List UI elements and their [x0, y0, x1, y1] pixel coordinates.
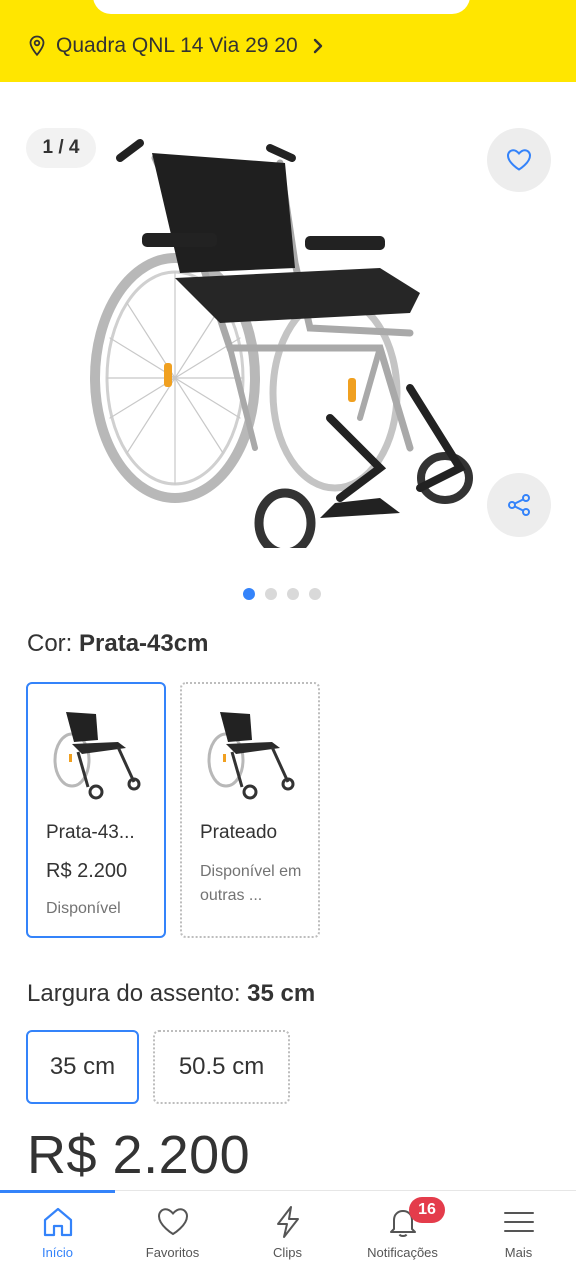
selected-color: Prata-43cm [79, 630, 209, 657]
variant-card[interactable]: Prateado Disponível em outras ... [180, 682, 320, 938]
variant-availability: Disponível em outras ... [200, 863, 302, 904]
share-icon [508, 494, 530, 516]
heart-icon [506, 149, 532, 171]
nav-label: Mais [504, 1245, 533, 1260]
nav-notifications[interactable]: 16 Notificações [345, 1197, 460, 1273]
variant-name: Prata-43... [46, 822, 135, 843]
image-counter: 1 / 4 [26, 128, 96, 168]
share-button[interactable] [487, 473, 551, 537]
pagination-dot[interactable] [287, 588, 299, 600]
nav-clips[interactable]: Clips [230, 1203, 345, 1273]
favorite-button[interactable] [487, 128, 551, 192]
nav-label: Início [41, 1245, 74, 1260]
address-text: Quadra QNL 14 Via 29 20 [56, 34, 298, 57]
top-header: Quadra QNL 14 Via 29 20 [0, 0, 576, 82]
location-pin-icon [29, 35, 45, 57]
nav-label: Notificações [367, 1245, 438, 1260]
selected-seat-width: 35 cm [247, 980, 316, 1007]
seat-width-label-text: Largura do assento: [27, 980, 241, 1007]
nav-label: Clips [273, 1245, 302, 1260]
nav-home[interactable]: Início [0, 1203, 115, 1273]
menu-icon [503, 1212, 534, 1232]
variant-card-selected[interactable]: Prata-43... R$ 2.200 Disponível [26, 682, 166, 938]
pagination-dot[interactable] [309, 588, 321, 600]
color-label-text: Cor: [27, 630, 73, 657]
heart-icon [157, 1208, 188, 1236]
bolt-icon [276, 1206, 299, 1238]
variant-price: R$ 2.200 [46, 860, 128, 882]
notification-badge: 16 [409, 1197, 445, 1223]
size-option[interactable]: 50.5 cm [153, 1030, 290, 1104]
variant-status: Disponível [46, 900, 121, 917]
product-price: R$ 2.200 [27, 1125, 251, 1185]
variant-name: Prateado [200, 822, 278, 843]
delivery-address[interactable]: Quadra QNL 14 Via 29 20 [28, 33, 324, 59]
active-tab-indicator [0, 1190, 115, 1193]
chevron-right-icon [313, 38, 322, 54]
home-icon [43, 1207, 72, 1237]
product-image[interactable] [80, 118, 500, 548]
bottom-navigation: Início Favoritos Clips 16 Notificações M… [0, 1190, 576, 1280]
nav-more[interactable]: Mais [461, 1203, 576, 1273]
pagination-dot[interactable] [265, 588, 277, 600]
seat-width-label: Largura do assento: 35 cm [27, 980, 315, 1008]
gallery-pagination [243, 588, 321, 600]
search-bar[interactable] [93, 0, 470, 14]
color-label: Cor: Prata-43cm [27, 630, 208, 658]
nav-label: Favoritos [145, 1245, 200, 1260]
size-option-selected[interactable]: 35 cm [26, 1030, 139, 1104]
nav-favorites[interactable]: Favoritos [115, 1203, 230, 1273]
variant-thumbnail [207, 712, 295, 800]
pagination-dot[interactable] [243, 588, 255, 600]
variant-thumbnail [53, 712, 141, 800]
